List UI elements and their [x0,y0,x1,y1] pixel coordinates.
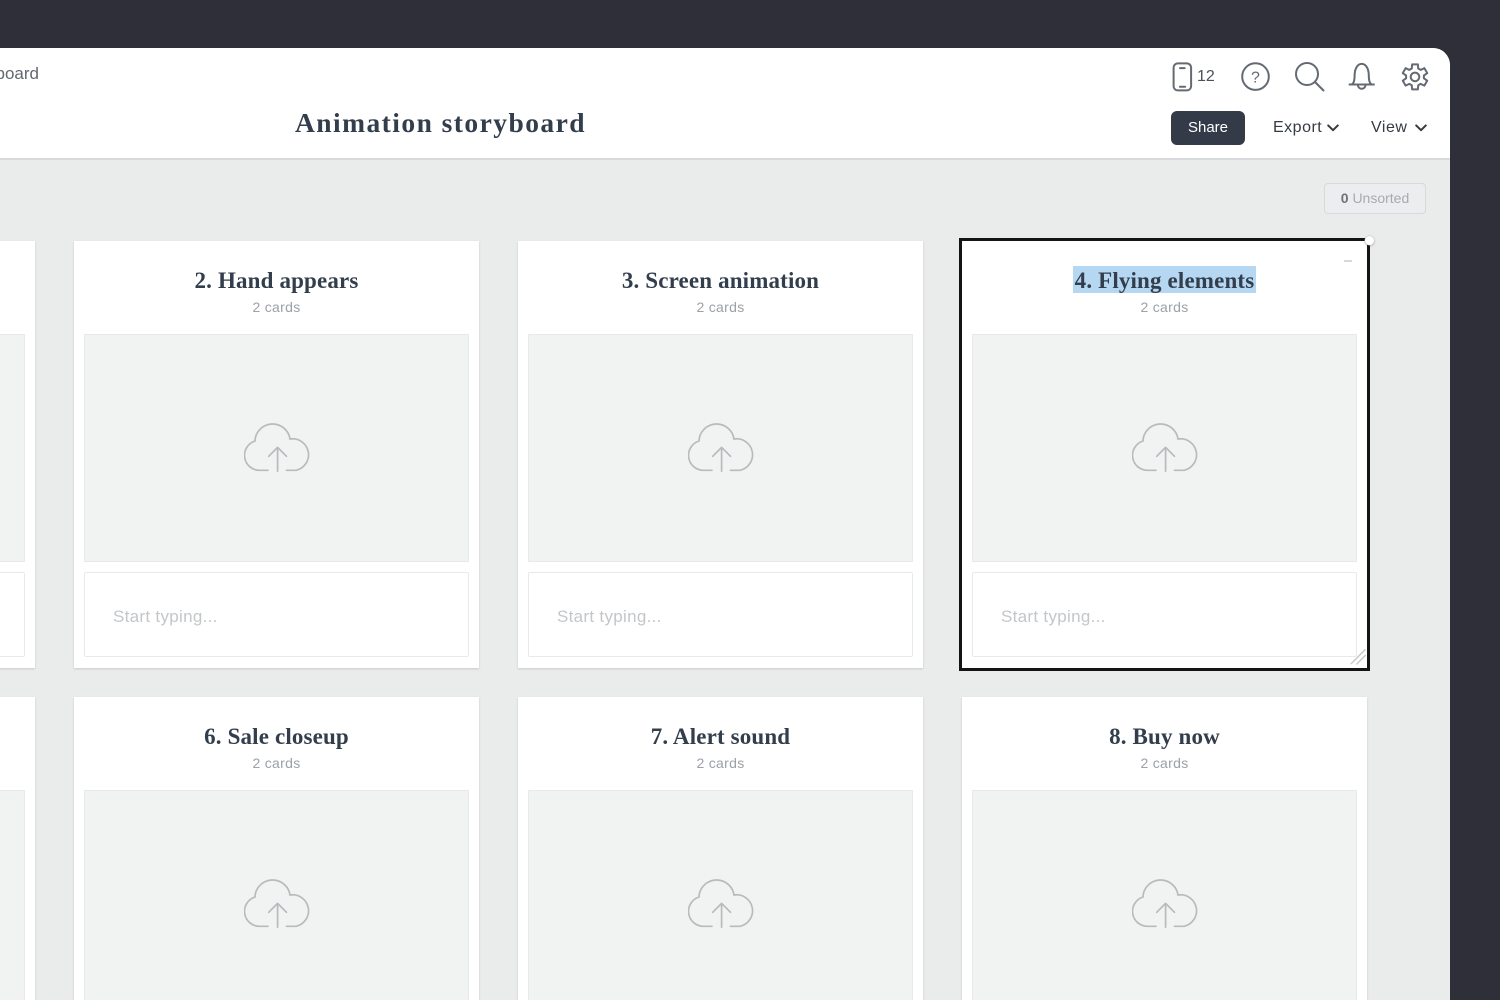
svg-text:?: ? [1251,69,1260,86]
